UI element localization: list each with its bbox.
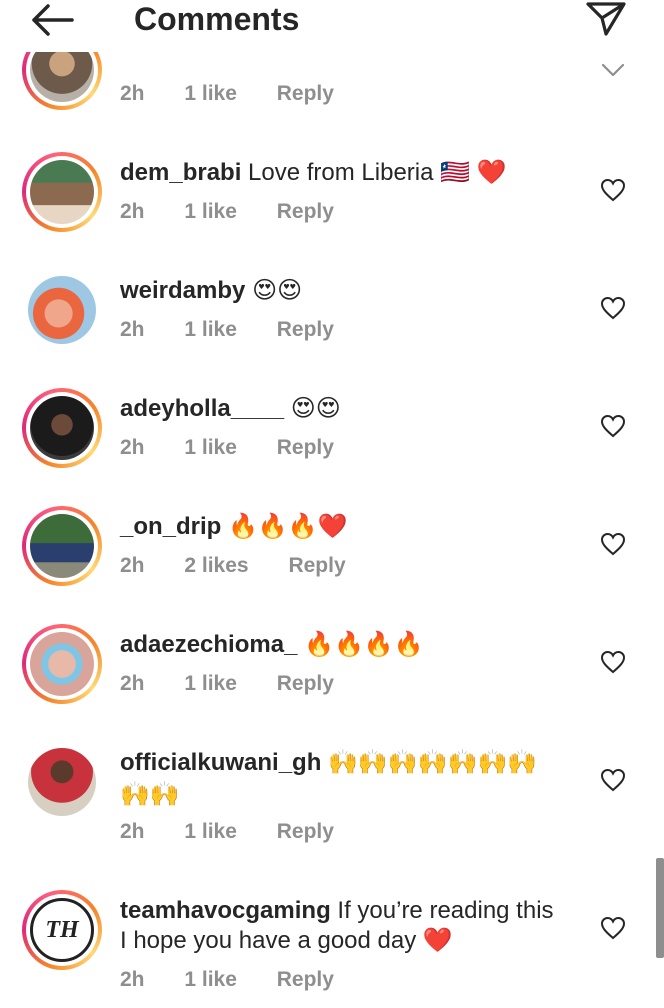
avatar[interactable] xyxy=(22,742,102,822)
comment-text-line: officialkuwani_gh 🙌🙌🙌🙌🙌🙌🙌 xyxy=(120,748,537,778)
comment-meta: 2h 1 like Reply xyxy=(120,968,368,992)
comment-body: 🔥🔥🔥❤️ xyxy=(228,513,348,540)
page-title: Comments xyxy=(134,1,300,37)
like-count[interactable]: 1 like xyxy=(184,200,237,223)
comment-time: 2h xyxy=(120,672,145,695)
comment-username[interactable]: officialkuwani_gh xyxy=(120,749,321,776)
comment-username[interactable]: adeyholla____ xyxy=(120,395,284,422)
comment-time: 2h xyxy=(120,318,145,341)
avatar[interactable] xyxy=(22,270,102,350)
comment-body: 🙌🙌🙌🙌🙌🙌🙌 xyxy=(328,749,538,776)
comment-text-line: adaezechioma_ 🔥🔥🔥🔥 xyxy=(120,630,424,660)
reply-button[interactable]: Reply xyxy=(277,200,334,223)
top-bar: Comments xyxy=(0,0,664,52)
comment-username[interactable]: adaezechioma_ xyxy=(120,631,297,658)
comment-username[interactable]: weirdamby xyxy=(120,277,245,304)
like-count[interactable]: 1 like xyxy=(184,820,237,843)
comment-text-line-2: I hope you have a good day ❤️ xyxy=(120,926,453,956)
comment-body: Love from Liberia 🇱🇷 ❤️ xyxy=(248,159,507,186)
comment-time: 2h xyxy=(120,200,145,223)
reply-button[interactable]: Reply xyxy=(288,554,345,577)
comment-text-line: weirdamby 😍😍 xyxy=(120,276,302,306)
comment-time: 2h xyxy=(120,968,145,991)
reply-button[interactable]: Reply xyxy=(277,968,334,991)
avatar[interactable] xyxy=(22,152,102,232)
reply-button[interactable]: Reply xyxy=(277,672,334,695)
reply-button[interactable]: Reply xyxy=(277,318,334,341)
comment-time: 2h xyxy=(120,82,145,105)
heart-outline-icon[interactable] xyxy=(600,532,626,556)
comment-meta: 2h 1 like Reply xyxy=(120,820,368,844)
comment-text-line: adeyholla____ 😍😍 xyxy=(120,394,341,424)
comment-meta: 2h 2 likes Reply xyxy=(120,554,380,578)
like-count[interactable]: 1 like xyxy=(184,968,237,991)
comment-text-line: dem_brabi Love from Liberia 🇱🇷 ❤️ xyxy=(120,158,507,188)
heart-outline-icon[interactable] xyxy=(600,414,626,438)
like-count[interactable]: 1 like xyxy=(184,436,237,459)
comment-username[interactable]: dem_brabi xyxy=(120,159,241,186)
reply-button[interactable]: Reply xyxy=(277,436,334,459)
avatar[interactable] xyxy=(22,624,102,704)
heart-outline-icon[interactable] xyxy=(600,178,626,202)
comment-text-line: teamhavocgaming If you’re reading this xyxy=(120,896,554,926)
like-count[interactable]: 1 like xyxy=(184,672,237,695)
heart-outline-icon[interactable] xyxy=(600,58,626,82)
comment-username[interactable]: teamhavocgaming xyxy=(120,897,331,924)
comment-body: 😍😍 xyxy=(290,395,341,422)
comment-username[interactable]: _on_drip xyxy=(120,513,221,540)
avatar[interactable] xyxy=(22,506,102,586)
heart-outline-icon[interactable] xyxy=(600,650,626,674)
avatar[interactable]: TH xyxy=(22,890,102,970)
reply-button[interactable]: Reply xyxy=(277,820,334,843)
avatar-initials: TH xyxy=(45,916,79,943)
heart-outline-icon[interactable] xyxy=(600,296,626,320)
like-count[interactable]: 1 like xyxy=(184,82,237,105)
comment-time: 2h xyxy=(120,436,145,459)
heart-outline-icon[interactable] xyxy=(600,768,626,792)
send-paper-plane-icon[interactable] xyxy=(584,0,628,38)
comment-body: 🔥🔥🔥🔥 xyxy=(304,631,424,658)
like-count[interactable]: 1 like xyxy=(184,318,237,341)
comment-time: 2h xyxy=(120,820,145,843)
comment-meta: 2h 1 like Reply xyxy=(120,318,368,342)
comment-body-continued: I hope you have a good day ❤️ xyxy=(120,927,453,954)
comment-text-line-2: 🙌🙌 xyxy=(120,780,180,810)
comment-text-line: _on_drip 🔥🔥🔥❤️ xyxy=(120,512,348,542)
avatar[interactable] xyxy=(22,388,102,468)
comment-body: 😍😍 xyxy=(252,277,303,304)
comment-meta: 2h 1 like Reply xyxy=(120,436,368,460)
comment-time: 2h xyxy=(120,554,145,577)
comment-meta: 2h 1 like Reply xyxy=(120,82,368,106)
comment-meta: 2h 1 like Reply xyxy=(120,672,368,696)
comment-meta: 2h 1 like Reply xyxy=(120,200,368,224)
back-arrow-icon[interactable] xyxy=(28,0,76,40)
comment-body-continued: 🙌🙌 xyxy=(120,781,180,808)
like-count[interactable]: 2 likes xyxy=(184,554,248,577)
scrollbar[interactable] xyxy=(656,858,664,958)
comment-body: If you’re reading this xyxy=(337,897,554,924)
reply-button[interactable]: Reply xyxy=(277,82,334,105)
heart-outline-icon[interactable] xyxy=(600,916,626,940)
